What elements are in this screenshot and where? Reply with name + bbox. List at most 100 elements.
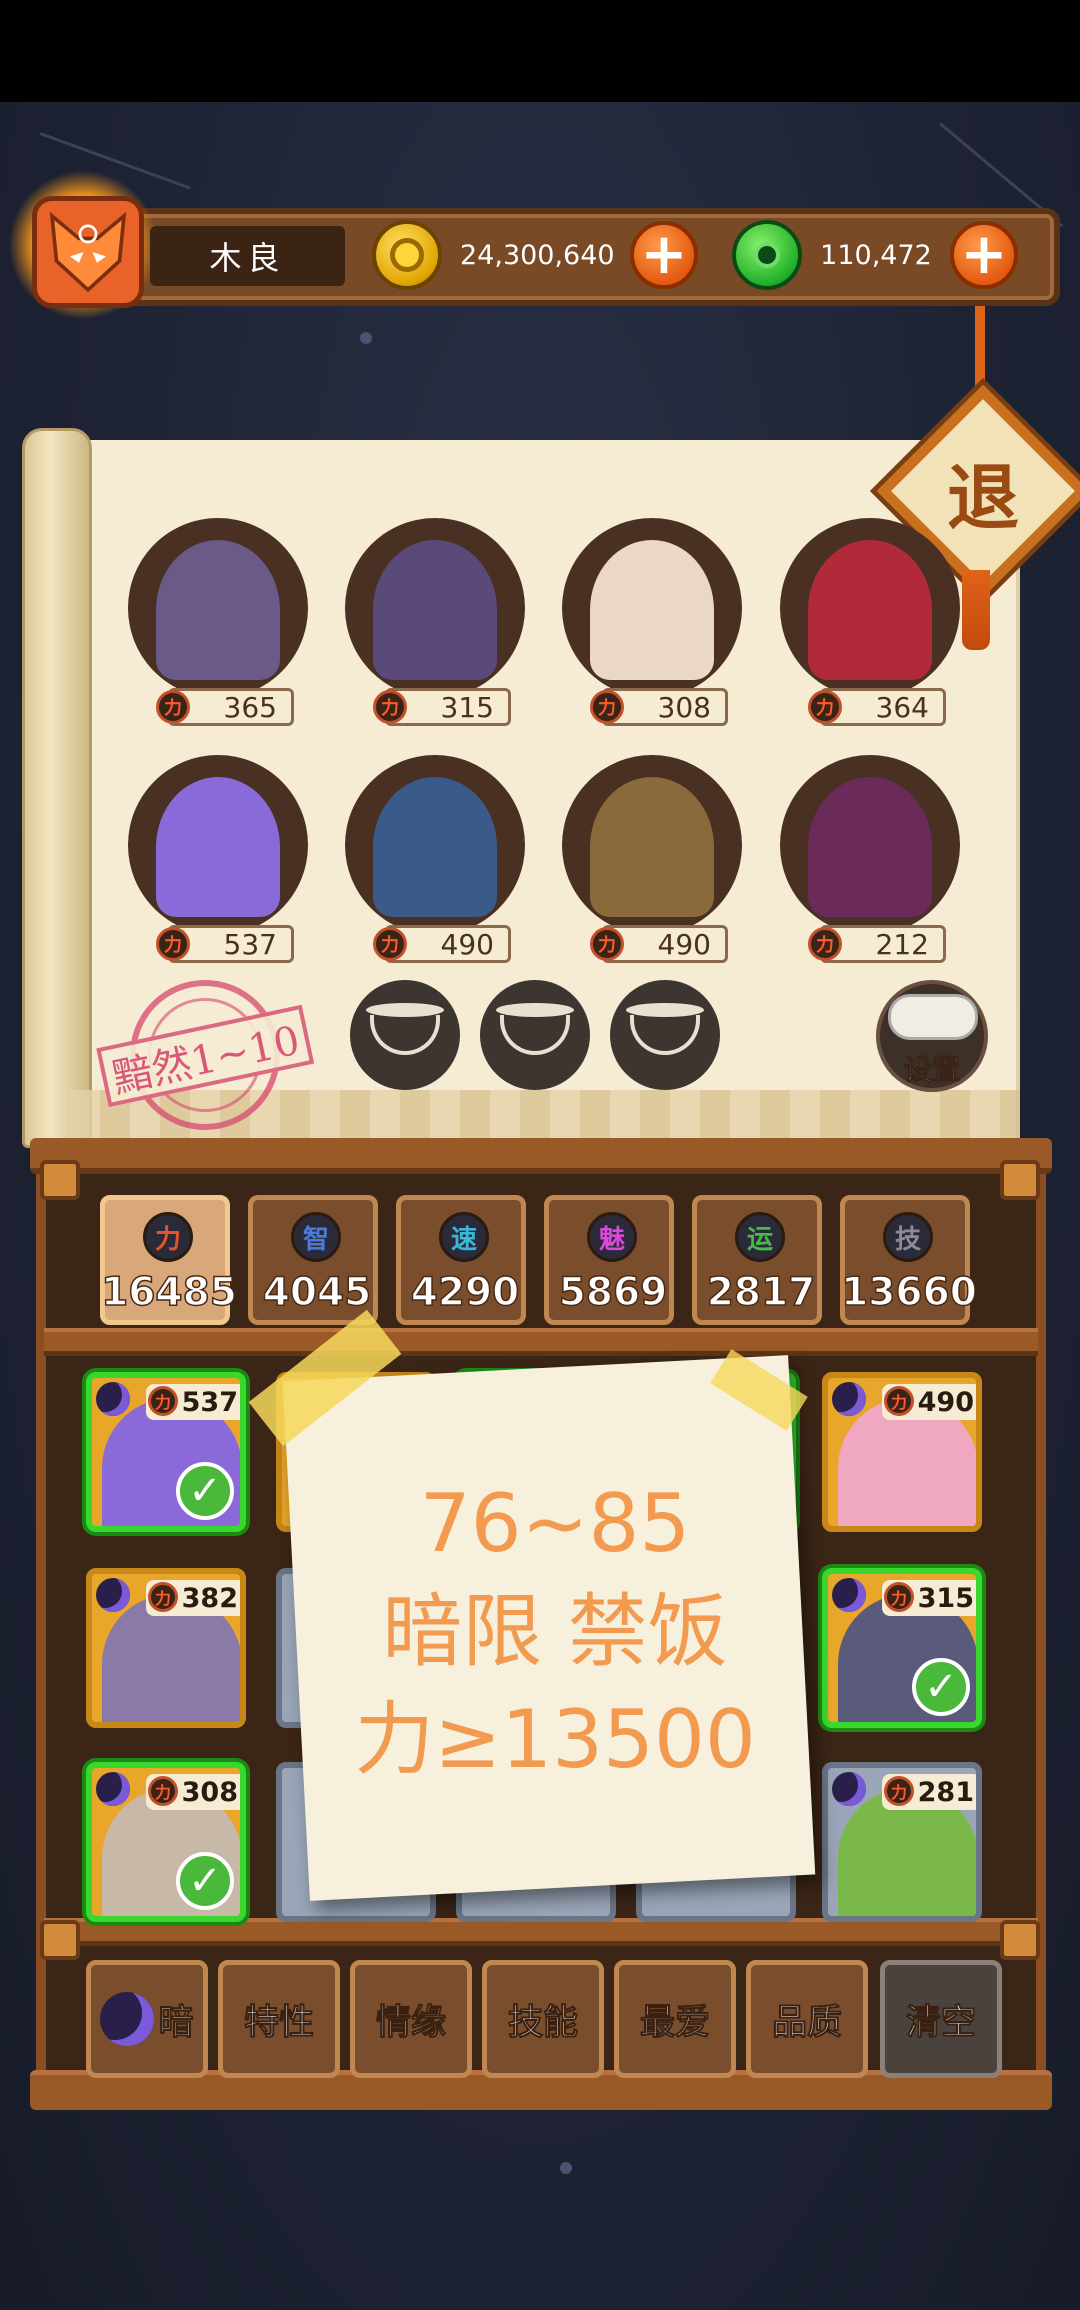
stat-filter[interactable]: 技 13660 xyxy=(840,1195,978,1325)
stat-filter[interactable]: 智 4045 xyxy=(248,1195,378,1325)
hero-portrait xyxy=(156,777,280,917)
power-icon: 力 xyxy=(590,690,624,724)
hero-portrait xyxy=(373,540,497,680)
tab-label: 暗 xyxy=(158,2002,194,2043)
hero-portrait xyxy=(156,540,280,680)
check-icon: ✓ xyxy=(912,1658,970,1716)
tab-filter[interactable]: 技能 xyxy=(482,1960,604,2078)
team-slot[interactable]: 212 力 xyxy=(780,755,960,965)
hero-card[interactable]: 537 力 ✓ xyxy=(86,1372,246,1532)
shelf-divider xyxy=(44,1918,1038,1946)
stat-icon: 魅 xyxy=(587,1212,637,1262)
bowl-icon xyxy=(496,1003,574,1055)
fox-mask-icon xyxy=(49,211,127,293)
dark-moon-icon xyxy=(96,1382,130,1416)
tab-label: 特性 xyxy=(243,2002,314,2043)
team-slot[interactable]: 315 力 xyxy=(345,518,525,728)
team-slot[interactable]: 490 力 xyxy=(562,755,742,965)
stat-value: 16485 xyxy=(100,1269,237,1316)
dark-moon-icon xyxy=(832,1578,866,1612)
settings-label[interactable]: 设置 xyxy=(876,1048,988,1088)
stat-icon: 速 xyxy=(439,1212,489,1262)
power-icon: 力 xyxy=(808,690,842,724)
bowl-icon xyxy=(626,1003,704,1055)
empty-slot[interactable] xyxy=(610,980,720,1090)
power-icon: 力 xyxy=(156,690,190,724)
player-name: 木良 xyxy=(150,226,345,286)
team-slot[interactable]: 308 力 xyxy=(562,518,742,728)
dark-moon-icon xyxy=(100,1992,155,2046)
power-icon: 力 xyxy=(808,927,842,961)
power-icon: 力 xyxy=(148,1386,178,1416)
tab-filter[interactable]: 品质 xyxy=(746,1960,868,2078)
hero-portrait xyxy=(373,777,497,917)
jade-amount: 110,472 xyxy=(820,239,932,271)
hero-portrait xyxy=(808,777,932,917)
shelf-divider xyxy=(44,1328,1038,1356)
power-icon: 力 xyxy=(148,1582,178,1612)
dark-moon-icon xyxy=(96,1578,130,1612)
tab-label: 清空 xyxy=(905,2002,976,2043)
hero-card[interactable]: 490 力 xyxy=(822,1372,982,1532)
gamepad-icon xyxy=(888,994,978,1040)
team-slot[interactable]: 490 力 xyxy=(345,755,525,965)
team-slot[interactable]: 365 力 xyxy=(128,518,308,728)
stat-filter[interactable]: 魅 5869 xyxy=(544,1195,674,1325)
plus-icon: + xyxy=(640,222,688,287)
power-icon: 力 xyxy=(884,1582,914,1612)
quit-tassel xyxy=(962,570,990,650)
tab-filter[interactable]: 最爱 xyxy=(614,1960,736,2078)
note-line: 暗限 禁饭 xyxy=(382,1585,728,1678)
hero-card[interactable]: 315 力 ✓ xyxy=(822,1568,982,1728)
stat-value: 4290 xyxy=(410,1269,520,1316)
jade-display: 110,472 + xyxy=(732,216,1018,294)
stat-icon: 技 xyxy=(883,1212,933,1262)
team-slot[interactable]: 364 力 xyxy=(780,518,960,728)
scroll-roll xyxy=(22,428,92,1148)
team-slot[interactable]: 537 力 xyxy=(128,755,308,965)
power-icon: 力 xyxy=(156,927,190,961)
power-icon: 力 xyxy=(373,927,407,961)
empty-slot[interactable] xyxy=(480,980,590,1090)
stat-value: 13660 xyxy=(840,1269,977,1316)
hero-card[interactable]: 281 力 xyxy=(822,1762,982,1922)
stat-filter[interactable]: 运 2817 xyxy=(692,1195,822,1325)
player-avatar[interactable] xyxy=(32,196,144,308)
hero-card[interactable]: 382 力 xyxy=(86,1568,246,1728)
empty-slot[interactable] xyxy=(350,980,460,1090)
stat-value: 5869 xyxy=(558,1269,668,1316)
tab-label: 最爱 xyxy=(639,2002,710,2043)
stat-filter[interactable]: 力 16485 xyxy=(100,1195,238,1325)
tab-filter[interactable]: 特性 xyxy=(218,1960,340,2078)
hero-card[interactable]: 308 力 ✓ xyxy=(86,1762,246,1922)
power-icon: 力 xyxy=(590,927,624,961)
stat-icon: 力 xyxy=(143,1212,193,1262)
power-icon: 力 xyxy=(373,690,407,724)
stat-filter[interactable]: 速 4290 xyxy=(396,1195,526,1325)
stat-value: 4045 xyxy=(262,1269,372,1316)
tab-filter[interactable]: 情缘 xyxy=(350,1960,472,2078)
add-gold-button[interactable]: + xyxy=(630,221,698,289)
hero-portrait xyxy=(590,540,714,680)
power-icon: 力 xyxy=(148,1776,178,1806)
stat-icon: 运 xyxy=(735,1212,785,1262)
hero-portrait xyxy=(808,540,932,680)
add-jade-button[interactable]: + xyxy=(950,221,1018,289)
gold-display: 24,300,640 + xyxy=(372,216,698,294)
status-bar xyxy=(0,0,1080,102)
power-icon: 力 xyxy=(884,1386,914,1416)
tab-label: 品质 xyxy=(771,2002,842,2043)
note-line: 76~85 xyxy=(419,1477,691,1570)
tab-dark-filter[interactable]: 暗 xyxy=(86,1960,208,2078)
gold-coin-icon xyxy=(372,220,442,290)
note-text: 76~85 暗限 禁饭 力≥13500 xyxy=(320,1470,790,1794)
gold-amount: 24,300,640 xyxy=(460,239,615,271)
bowl-icon xyxy=(366,1003,444,1055)
tab-label: 情缘 xyxy=(375,2002,446,2043)
clear-button[interactable]: 清空 xyxy=(880,1960,1002,2078)
shelf-top xyxy=(30,1138,1052,1174)
hero-portrait xyxy=(590,777,714,917)
tab-label: 技能 xyxy=(507,2002,578,2043)
plus-icon: + xyxy=(960,222,1008,287)
dark-moon-icon xyxy=(96,1772,130,1806)
